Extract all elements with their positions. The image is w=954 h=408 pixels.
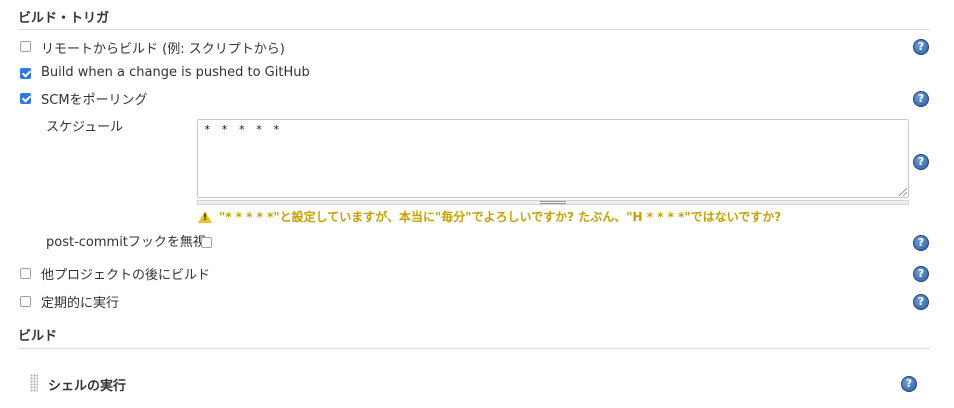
remote-build-checkbox[interactable]: [20, 41, 31, 52]
build-header: ビルド: [18, 329, 58, 344]
after-other-checkbox[interactable]: [20, 268, 31, 279]
help-icon[interactable]: ?: [913, 91, 929, 107]
schedule-label: スケジュール: [46, 120, 124, 135]
github-push-label: Build when a change is pushed to GitHub: [41, 65, 310, 80]
resize-handle[interactable]: [540, 201, 566, 204]
scm-polling-label: SCMをポーリング: [41, 93, 148, 108]
schedule-warning: "* * * * *"と設定していますが、本当に"毎分"でよろしいですか? たぶ…: [219, 210, 782, 224]
warning-icon: !: [198, 211, 212, 223]
drag-handle-icon[interactable]: [30, 374, 38, 392]
periodic-label: 定期的に実行: [41, 296, 120, 311]
github-push-checkbox[interactable]: [20, 68, 31, 79]
help-icon[interactable]: ?: [913, 294, 929, 310]
scm-polling-checkbox[interactable]: [20, 93, 31, 104]
schedule-value: * * * * *: [204, 123, 282, 136]
section-divider: [18, 29, 930, 30]
build-triggers-header: ビルド・トリガ: [18, 11, 110, 26]
shell-step-title: シェルの実行: [48, 379, 127, 394]
schedule-textarea[interactable]: * * * * *: [197, 119, 909, 198]
textarea-resize-bar[interactable]: [197, 200, 909, 205]
periodic-checkbox[interactable]: [20, 296, 31, 307]
help-icon[interactable]: ?: [913, 235, 929, 251]
help-icon[interactable]: ?: [913, 154, 929, 170]
help-icon[interactable]: ?: [913, 266, 929, 282]
post-commit-label: post-commitフックを無視: [46, 235, 206, 250]
textarea-resize-grip[interactable]: [899, 188, 907, 196]
after-other-label: 他プロジェクトの後にビルド: [41, 268, 211, 283]
remote-build-label: リモートからビルド (例: スクリプトから): [41, 42, 285, 57]
help-icon[interactable]: ?: [913, 39, 929, 55]
post-commit-checkbox[interactable]: [201, 237, 212, 248]
section-divider: [18, 348, 930, 349]
help-icon[interactable]: ?: [901, 376, 917, 392]
